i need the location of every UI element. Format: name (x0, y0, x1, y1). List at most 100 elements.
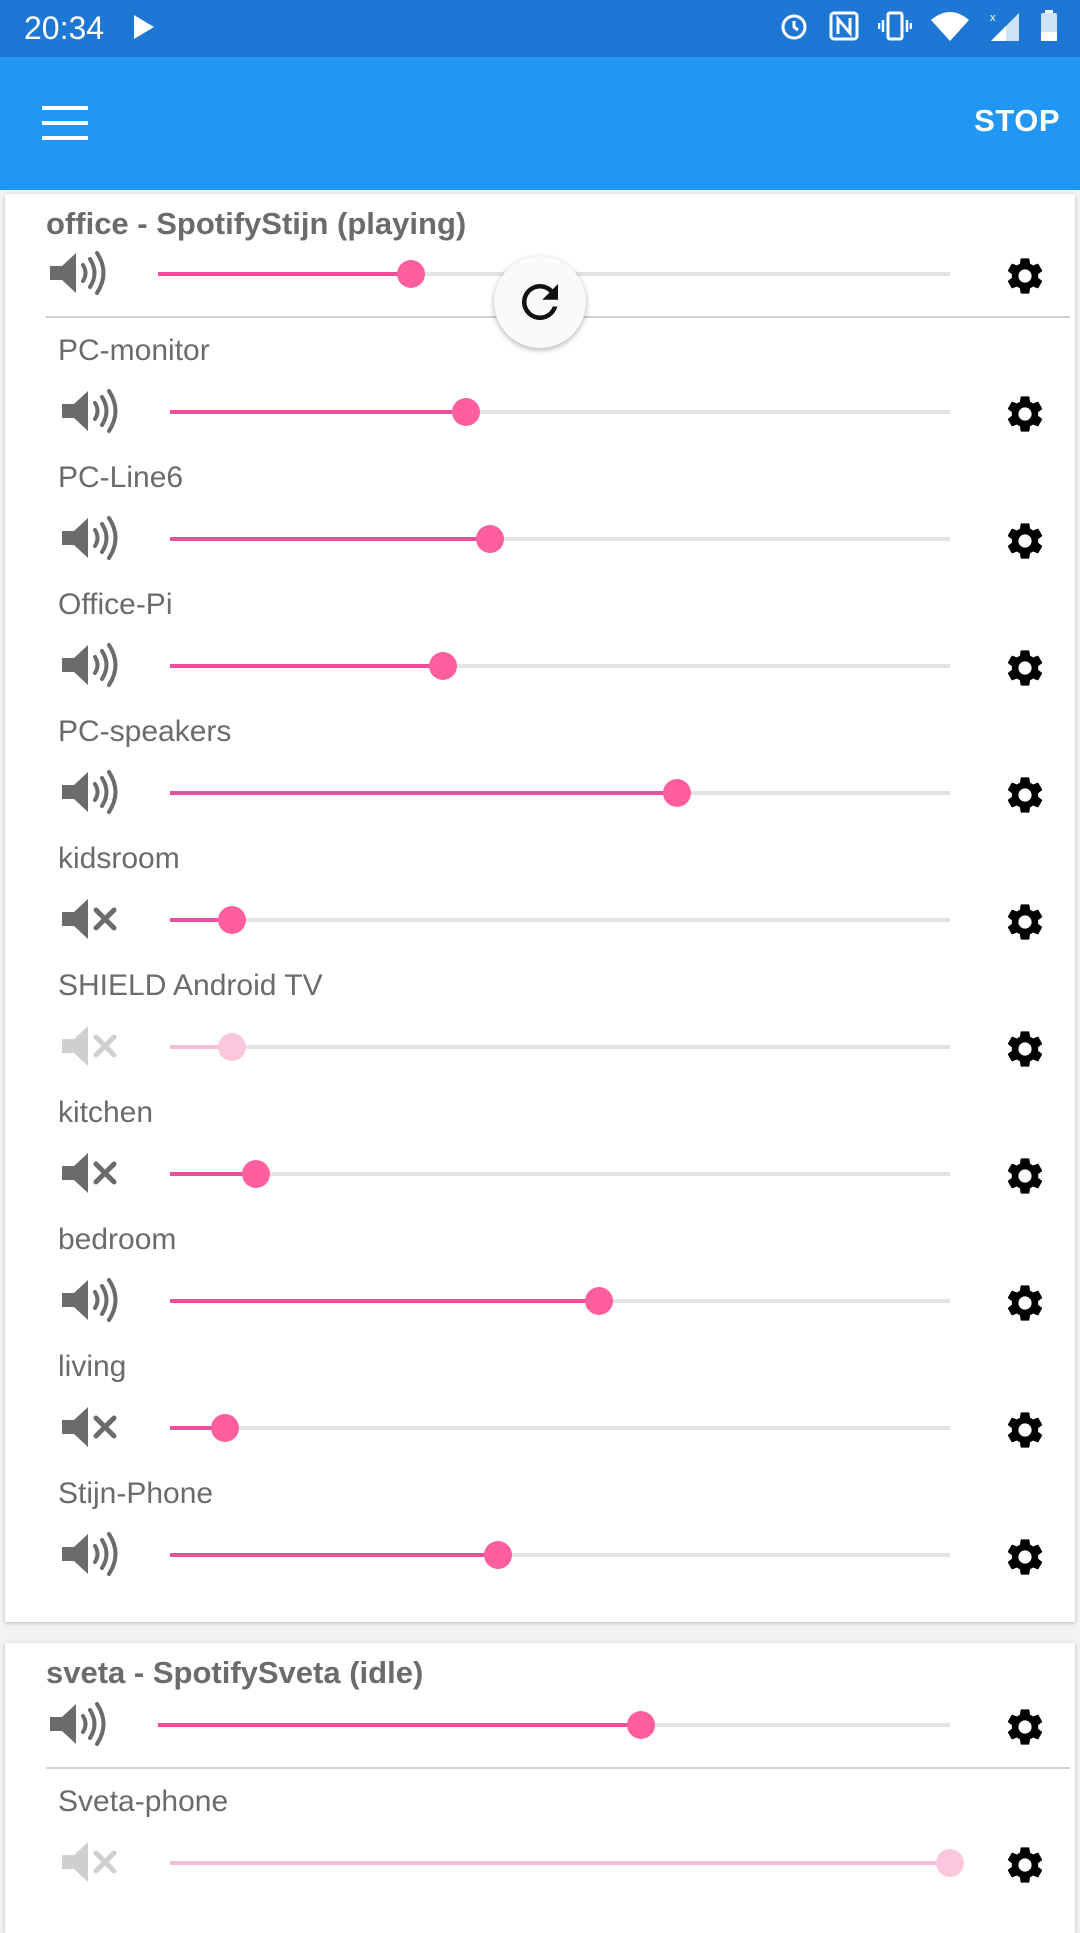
gear-icon[interactable] (1003, 1535, 1047, 1579)
slider-fill (170, 664, 443, 668)
client-name: bedroom (58, 1223, 177, 1256)
slider-thumb[interactable] (397, 260, 426, 288)
play-notification-icon (134, 15, 154, 39)
client-volume-slider[interactable] (170, 1414, 950, 1442)
slider-thumb[interactable] (663, 779, 691, 807)
client-name: living (58, 1350, 127, 1383)
client-row: kidsroom (5, 842, 1075, 946)
gear-icon[interactable] (1003, 519, 1047, 563)
client-row: living (5, 1350, 1075, 1454)
slider-thumb[interactable] (936, 1849, 964, 1877)
slider-fill (158, 1723, 642, 1727)
slider-thumb[interactable] (218, 906, 247, 934)
client-volume-slider[interactable] (170, 1287, 950, 1315)
group-master-volume-row (5, 1647, 1075, 1751)
gear-icon[interactable] (1003, 254, 1047, 298)
client-row: PC-monitor (5, 334, 1075, 438)
slider-thumb[interactable] (475, 525, 504, 553)
client-volume-slider[interactable] (170, 525, 950, 553)
status-bar: 20:34 x (0, 0, 1080, 57)
slider-thumb[interactable] (241, 1160, 270, 1188)
volume-off-icon[interactable] (58, 1019, 120, 1073)
slider-thumb[interactable] (210, 1414, 239, 1442)
gear-icon[interactable] (1003, 773, 1047, 817)
client-name: kitchen (58, 1096, 154, 1129)
gear-icon[interactable] (1003, 1027, 1047, 1071)
client-row: bedroom (5, 1223, 1075, 1327)
slider-fill (170, 1299, 599, 1303)
gear-icon[interactable] (1003, 392, 1047, 436)
slider-fill (170, 791, 677, 795)
volume-up-icon[interactable] (58, 1527, 120, 1581)
signal-icon: x (990, 12, 1019, 41)
gear-icon[interactable] (1003, 900, 1047, 944)
slider-thumb[interactable] (452, 398, 481, 426)
client-row: PC-speakers (5, 715, 1075, 819)
battery-icon (1041, 10, 1057, 41)
client-row: SHIELD Android TV (5, 969, 1075, 1073)
group-divider (46, 1767, 1070, 1769)
client-volume-slider[interactable] (170, 1849, 964, 1877)
volume-off-icon[interactable] (58, 892, 120, 946)
client-row: kitchen (5, 1096, 1075, 1200)
slider-fill (170, 1553, 498, 1557)
volume-up-icon[interactable] (46, 246, 108, 300)
client-volume-slider[interactable] (170, 1541, 950, 1569)
slider-fill (170, 410, 467, 414)
volume-up-icon[interactable] (58, 1273, 120, 1327)
volume-up-icon[interactable] (58, 511, 120, 565)
nfc-icon (829, 11, 859, 41)
vibrate-icon (878, 11, 912, 41)
menu-button[interactable] (42, 106, 88, 140)
client-name: kidsroom (58, 842, 180, 875)
client-volume-slider[interactable] (170, 652, 950, 680)
volume-up-icon[interactable] (46, 1697, 108, 1751)
refresh-button[interactable] (494, 256, 586, 348)
gear-icon[interactable] (1003, 646, 1047, 690)
client-name: PC-monitor (58, 334, 210, 367)
group-volume-slider[interactable] (158, 1711, 950, 1739)
client-volume-slider[interactable] (170, 906, 950, 934)
client-name: Office-Pi (58, 588, 173, 621)
client-row: PC-Line6 (5, 461, 1075, 565)
app-bar: STOP (0, 57, 1080, 190)
slider-thumb[interactable] (483, 1541, 512, 1569)
svg-text:x: x (990, 12, 996, 24)
group-card-sveta: sveta - SpotifySveta (idle) Sveta-phone (5, 1643, 1075, 1933)
client-volume-slider[interactable] (170, 1033, 950, 1061)
slider-thumb[interactable] (218, 1033, 247, 1061)
client-name: PC-speakers (58, 715, 232, 748)
wifi-icon (931, 12, 969, 41)
refresh-icon (521, 283, 558, 320)
slider-thumb[interactable] (627, 1711, 656, 1739)
client-name: PC-Line6 (58, 461, 184, 494)
stop-button[interactable]: STOP (974, 103, 1060, 139)
volume-up-icon[interactable] (58, 765, 120, 819)
volume-off-icon[interactable] (58, 1400, 120, 1454)
gear-icon[interactable] (1003, 1843, 1047, 1887)
client-row: Sveta-phone (5, 1785, 1075, 1889)
slider-thumb[interactable] (429, 652, 457, 680)
slider-fill (170, 1861, 950, 1865)
client-volume-slider[interactable] (170, 1160, 950, 1188)
gear-icon[interactable] (1003, 1154, 1047, 1198)
client-name: Stijn-Phone (58, 1477, 214, 1510)
volume-off-icon[interactable] (58, 1835, 120, 1889)
volume-up-icon[interactable] (58, 638, 120, 692)
status-icons: x (778, 10, 1058, 42)
volume-up-icon[interactable] (58, 384, 120, 438)
client-row: Stijn-Phone (5, 1477, 1075, 1581)
gear-icon[interactable] (1003, 1408, 1047, 1452)
slider-thumb[interactable] (585, 1287, 613, 1315)
volume-off-icon[interactable] (58, 1146, 120, 1200)
client-row: Office-Pi (5, 588, 1075, 692)
gear-icon[interactable] (1003, 1281, 1047, 1325)
status-time: 20:34 (24, 10, 105, 46)
slider-fill (170, 537, 490, 541)
client-name: SHIELD Android TV (58, 969, 323, 1002)
group-card-office: office - SpotifyStijn (playing) PC-monit… (5, 194, 1075, 1622)
menu-icon (42, 106, 88, 110)
client-volume-slider[interactable] (170, 779, 950, 807)
gear-icon[interactable] (1003, 1705, 1047, 1749)
client-volume-slider[interactable] (170, 398, 950, 426)
